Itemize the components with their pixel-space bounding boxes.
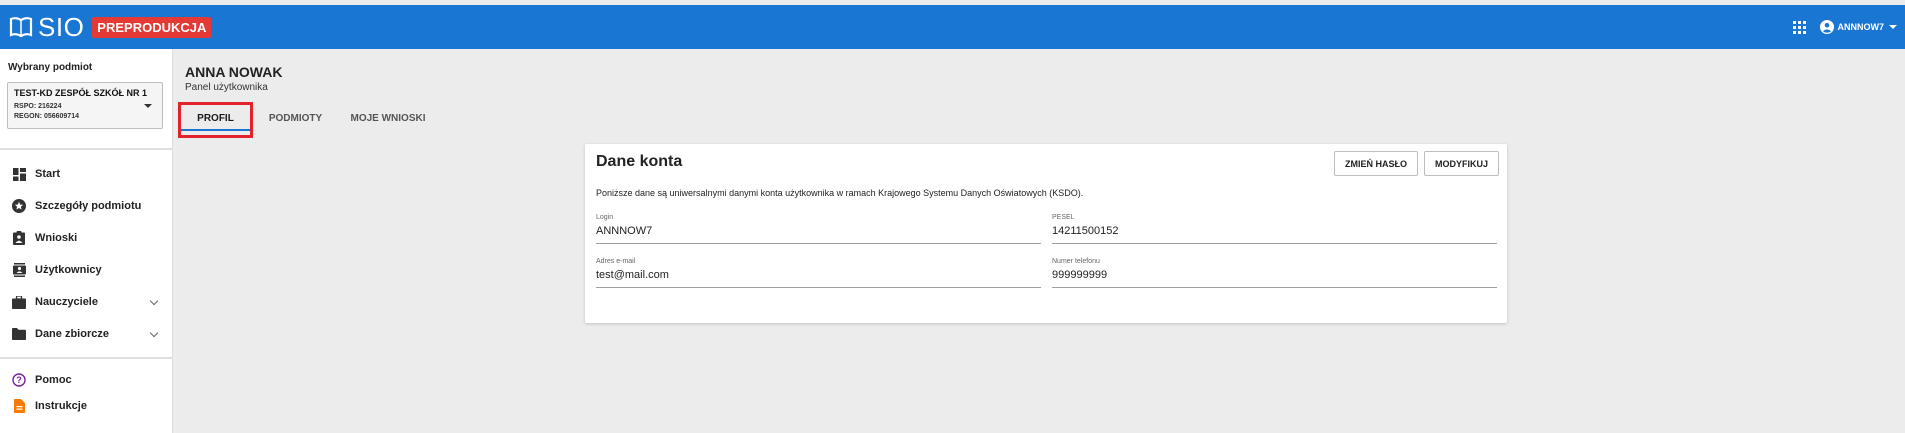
environment-badge: PREPRODUKCJA — [92, 16, 212, 38]
tab-my-requests[interactable]: MOJE WNIOSKI — [338, 103, 438, 133]
sidebar: Wybrany podmiot TEST-KD ZESPÓŁ SZKÓŁ NR … — [0, 49, 173, 433]
chevron-down-icon[interactable] — [149, 328, 159, 338]
sidebar-item-label: Start — [35, 168, 61, 180]
phone-field[interactable]: Numer telefonu 999999999 — [1052, 258, 1497, 288]
briefcase-icon — [12, 295, 26, 309]
field-value: 14211500152 — [1052, 225, 1119, 237]
field-label: Numer telefonu — [1052, 258, 1100, 265]
sidebar-item-aggregate-data[interactable]: Dane zbiorcze — [0, 320, 173, 348]
dashboard-icon — [12, 167, 26, 181]
apps-grid-icon[interactable] — [1792, 20, 1806, 34]
tab-profile[interactable]: PROFIL — [178, 103, 253, 133]
subject-name: TEST-KD ZESPÓŁ SZKÓŁ NR 1 — [14, 88, 148, 98]
account-data-card: Dane konta ZMIEŃ HASŁO MODYFIKUJ Poniższ… — [585, 144, 1507, 323]
page-subtitle: Panel użytkownika — [185, 82, 268, 93]
tab-subjects[interactable]: PODMIOTY — [253, 103, 338, 133]
user-menu-name[interactable]: ANNNOW7 — [1838, 22, 1885, 32]
help-circle-icon: ? — [12, 373, 26, 387]
sidebar-item-label: Szczegóły podmiotu — [35, 200, 142, 212]
subject-selector[interactable]: TEST-KD ZESPÓŁ SZKÓŁ NR 1 RSPO: 216224 R… — [7, 82, 163, 129]
field-value: ANNNOW7 — [596, 225, 653, 237]
sidebar-item-requests[interactable]: Wnioski — [0, 224, 173, 252]
svg-text:?: ? — [16, 375, 22, 385]
page-title: ANNA NOWAK — [185, 64, 283, 80]
sidebar-item-label: Dane zbiorcze — [35, 328, 109, 340]
pesel-field[interactable]: PESEL 14211500152 — [1052, 214, 1497, 244]
clipboard-icon — [12, 231, 26, 245]
open-book-icon — [9, 17, 33, 38]
field-value: test@mail.com — [596, 269, 669, 281]
sidebar-item-help[interactable]: ? Pomoc — [0, 366, 173, 394]
sio-logo[interactable]: SIO — [8, 12, 84, 43]
modify-button[interactable]: MODYFIKUJ — [1424, 151, 1500, 176]
caret-down-icon[interactable] — [1889, 25, 1897, 29]
caret-down-icon[interactable] — [144, 104, 152, 108]
sidebar-item-label: Wnioski — [35, 232, 78, 244]
subject-regon: REGON: 056609714 — [14, 113, 79, 120]
contacts-icon — [12, 263, 26, 277]
field-label: Adres e-mail — [596, 258, 636, 265]
field-label: Login — [596, 214, 614, 221]
sidebar-item-label: Instrukcje — [35, 400, 87, 412]
sidebar-divider — [0, 357, 173, 359]
sidebar-item-label: Użytkownicy — [35, 264, 102, 276]
email-field[interactable]: Adres e-mail test@mail.com — [596, 258, 1041, 288]
login-field[interactable]: Login ANNNOW7 — [596, 214, 1041, 244]
field-label: PESEL — [1052, 214, 1075, 221]
star-badge-icon — [12, 199, 26, 213]
subject-rspo: RSPO: 216224 — [14, 103, 62, 110]
sidebar-item-label: Nauczyciele — [35, 296, 98, 308]
sidebar-item-label: Pomoc — [35, 374, 72, 386]
selected-subject-label: Wybrany podmiot — [8, 62, 93, 73]
logo-text: SIO — [38, 11, 85, 42]
card-description: Poniższe dane są uniwersalnymi danymi ko… — [596, 188, 1084, 198]
change-password-button[interactable]: ZMIEŃ HASŁO — [1334, 151, 1418, 176]
sidebar-item-teachers[interactable]: Nauczyciele — [0, 288, 173, 316]
account-circle-icon[interactable] — [1819, 20, 1834, 34]
sidebar-item-start[interactable]: Start — [0, 160, 173, 188]
sidebar-item-instructions[interactable]: Instrukcje — [0, 392, 173, 420]
chevron-down-icon[interactable] — [149, 296, 159, 306]
sidebar-divider — [0, 148, 173, 150]
sidebar-item-users[interactable]: Użytkownicy — [0, 256, 173, 284]
tab-bar: PROFIL PODMIOTY MOJE WNIOSKI — [178, 103, 438, 133]
folder-icon — [12, 327, 26, 341]
document-icon — [12, 399, 26, 413]
card-title: Dane konta — [596, 153, 683, 170]
sidebar-item-subject-details[interactable]: Szczegóły podmiotu — [0, 192, 173, 220]
top-app-bar: SIO PREPRODUKCJA ANNNOW7 — [0, 5, 1905, 49]
field-value: 999999999 — [1052, 269, 1108, 281]
